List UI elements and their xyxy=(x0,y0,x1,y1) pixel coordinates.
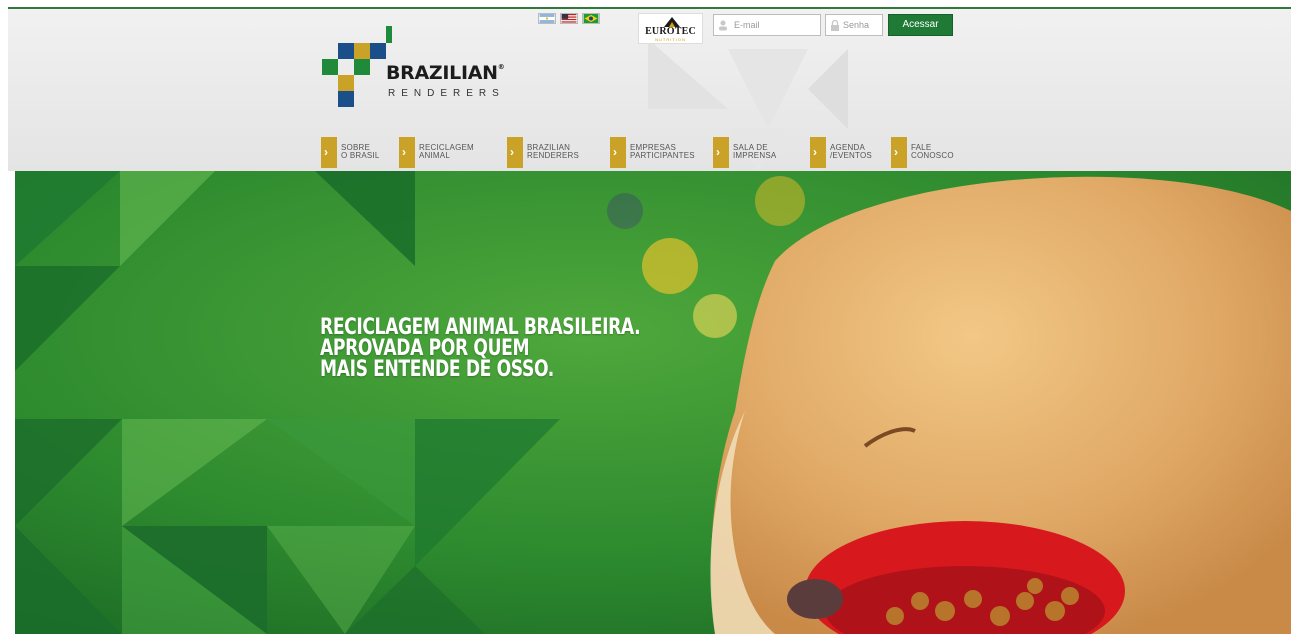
login-button[interactable]: Acessar xyxy=(888,14,953,36)
language-switcher xyxy=(538,13,600,24)
logo-wordmark[interactable]: BRAZILIAN® xyxy=(386,62,505,84)
registered-mark: ® xyxy=(497,62,505,71)
logo-subtitle: RENDERERS xyxy=(388,88,505,99)
eurotec-logo[interactable]: EUROTEC NUTRITION xyxy=(638,13,703,44)
chevron-right-icon: › xyxy=(510,145,514,159)
us-flag-icon[interactable] xyxy=(560,13,578,24)
nav-item-label: SALA DE IMPRENSA xyxy=(733,143,777,160)
chevron-right-icon: › xyxy=(613,145,617,159)
password-field[interactable]: Senha xyxy=(825,14,883,36)
logo-name: BRAZILIAN xyxy=(386,62,498,84)
chevron-right-icon: › xyxy=(813,145,817,159)
chevron-right-icon: › xyxy=(402,145,406,159)
hero-image xyxy=(15,171,1291,634)
nav-item-label: RECICLAGEM ANIMAL xyxy=(419,143,474,160)
hero-headline: RECICLAGEM ANIMAL BRASILEIRA. APROVADA P… xyxy=(320,315,641,382)
lock-icon xyxy=(831,20,839,31)
hero-banner: RECICLAGEM ANIMAL BRASILEIRA. APROVADA P… xyxy=(15,171,1291,634)
user-icon xyxy=(719,20,727,31)
email-field[interactable]: E-mail xyxy=(713,14,821,36)
nav-item-label: BRAZILIAN RENDERERS xyxy=(527,143,580,160)
br-flag-icon[interactable] xyxy=(582,13,600,24)
nav-item-label: AGENDA /EVENTOS xyxy=(830,143,872,160)
partner-tagline: NUTRITION xyxy=(655,37,686,42)
chevron-right-icon: › xyxy=(894,145,898,159)
chevron-right-icon: › xyxy=(716,145,720,159)
nav-item-label: FALE CONOSCO xyxy=(911,143,954,160)
chevron-right-icon: › xyxy=(324,145,328,159)
email-placeholder: E-mail xyxy=(734,20,760,30)
main-nav: › SOBRE O BRASIL › RECICLAGEM ANIMAL › B… xyxy=(0,137,1291,170)
password-placeholder: Senha xyxy=(843,20,870,30)
ar-flag-icon[interactable] xyxy=(538,13,556,24)
brazilian-renderers-logo-mark[interactable] xyxy=(322,26,392,112)
nav-item-label: EMPRESAS PARTICIPANTES xyxy=(630,143,695,160)
nav-item-label: SOBRE O BRASIL xyxy=(341,143,380,160)
partner-name: EUROTEC xyxy=(645,26,696,37)
